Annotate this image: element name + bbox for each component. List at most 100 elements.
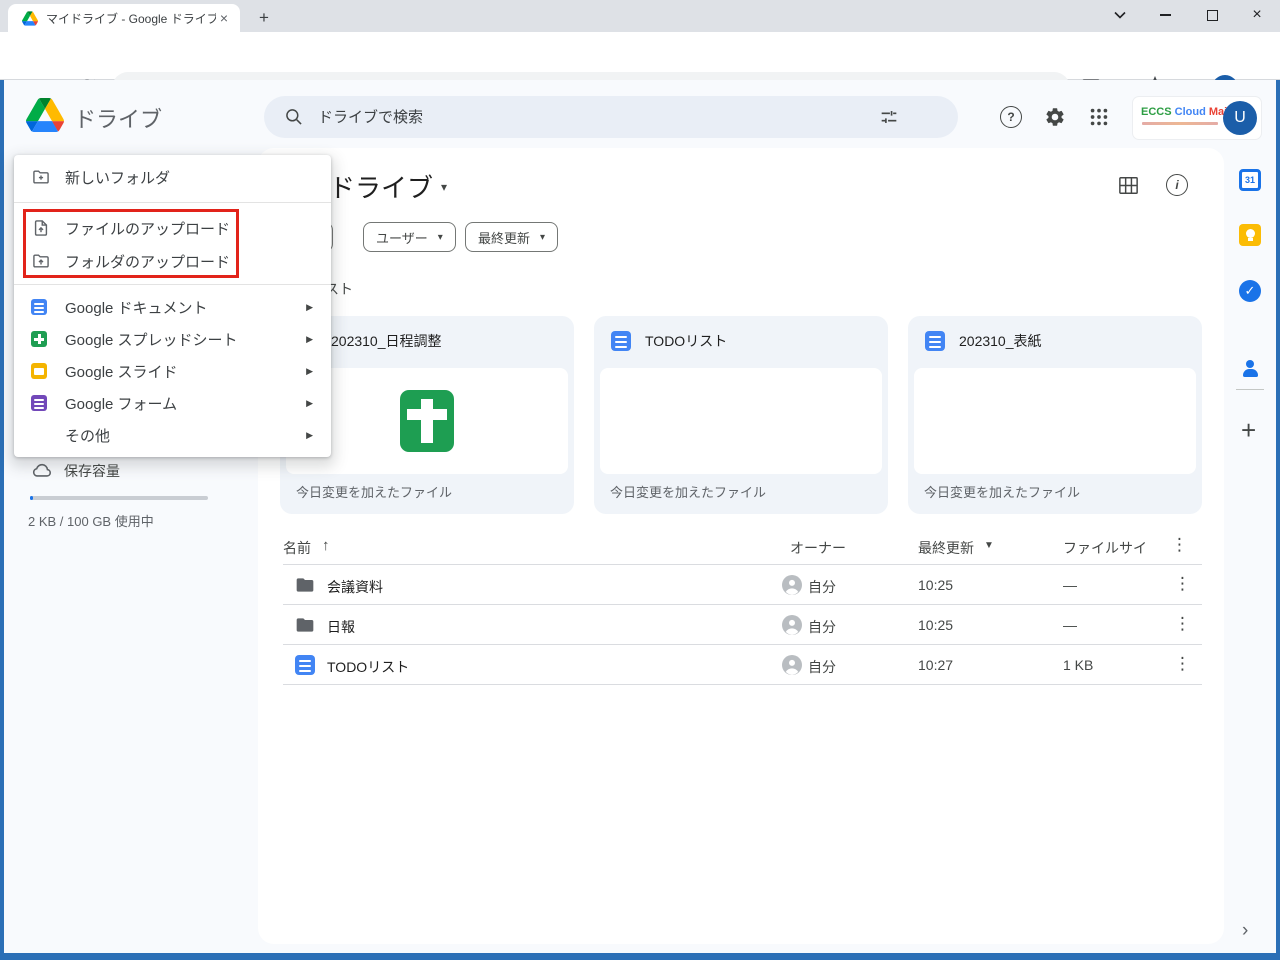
menu-item-label: 新しいフォルダ [65, 169, 171, 187]
chip-label: ユーザー [376, 230, 428, 246]
tab-title: マイドライブ - Google ドライブ [46, 11, 216, 26]
sheets-logo-icon [400, 390, 454, 452]
info-glyph: i [1175, 178, 1179, 192]
chevron-down-icon: ▾ [540, 231, 546, 243]
column-header-name[interactable]: 名前 [283, 538, 311, 558]
search-options-tune-icon[interactable] [878, 106, 900, 128]
account-avatar[interactable]: U [1223, 101, 1257, 135]
file-modified: 10:25 [918, 577, 954, 593]
owner-avatar-icon [782, 615, 802, 635]
account-badge-subtext [1142, 122, 1218, 125]
card-preview [600, 368, 882, 474]
annotation-highlight-box [23, 209, 239, 278]
search-icon [286, 109, 302, 125]
card-footer: 今日変更を加えたファイル [296, 485, 453, 500]
menu-item-new-folder[interactable]: 新しいフォルダ [14, 162, 331, 192]
tasks-check-glyph: ✓ [1244, 283, 1256, 298]
settings-gear-icon[interactable] [1044, 106, 1066, 133]
menu-item-google-forms[interactable]: Google フォーム ▶ [14, 388, 331, 418]
new-tab-button[interactable]: + [252, 6, 276, 30]
row-kebab-icon[interactable]: ⋮ [1174, 654, 1191, 674]
card-title: TODOリスト [645, 333, 728, 349]
column-header-size[interactable]: ファイルサイ [1063, 538, 1147, 558]
tab-close-icon[interactable]: × [216, 10, 232, 26]
new-menu: 新しいフォルダ ファイルのアップロード フォルダのアップロード Google ド… [14, 155, 331, 457]
window-close-button[interactable]: × [1240, 0, 1274, 30]
browser-titlebar: マイドライブ - Google ドライブ × + × [0, 0, 1280, 32]
drive-logo[interactable] [26, 98, 64, 137]
search-bar[interactable] [264, 96, 958, 138]
table-row[interactable]: 日報 自分 10:25 — ⋮ [283, 605, 1202, 645]
filter-chip-user[interactable]: ユーザー ▾ [363, 222, 456, 252]
add-panel-app-button[interactable]: + [1241, 415, 1256, 446]
menu-item-google-docs[interactable]: Google ドキュメント ▶ [14, 292, 331, 322]
menu-item-google-sheets[interactable]: Google スプレッドシート ▶ [14, 324, 331, 354]
annotation-border-right [1276, 80, 1280, 960]
tasks-icon[interactable]: ✓ [1239, 280, 1261, 302]
file-name: 日報 [327, 619, 355, 635]
contacts-icon[interactable] [1239, 358, 1261, 380]
storage-label[interactable]: 保存容量 [64, 461, 120, 481]
file-name: 会議資料 [327, 579, 383, 595]
file-modified: 10:27 [918, 657, 954, 673]
file-size: — [1063, 617, 1077, 633]
submenu-arrow-icon: ▶ [306, 429, 313, 440]
card-title: 202310_表紙 [959, 333, 1042, 349]
annotation-border-bottom [0, 953, 1280, 960]
keep-icon[interactable] [1239, 224, 1261, 246]
file-owner: 自分 [808, 579, 836, 595]
column-header-owner[interactable]: オーナー [790, 538, 846, 558]
file-modified: 10:25 [918, 617, 954, 633]
menu-item-more[interactable]: その他 ▶ [14, 420, 331, 450]
file-size: 1 KB [1063, 657, 1094, 673]
submenu-arrow-icon: ▶ [306, 365, 313, 376]
table-row[interactable]: 会議資料 自分 10:25 — ⋮ [283, 565, 1202, 605]
sort-ascending-icon[interactable]: ↑ [322, 537, 330, 554]
suggestion-card[interactable]: 202310_表紙 今日変更を加えたファイル [908, 316, 1202, 514]
sort-descending-icon[interactable]: ▼ [984, 540, 994, 551]
file-owner: 自分 [808, 659, 836, 675]
suggestion-card[interactable]: TODOリスト 今日変更を加えたファイル [594, 316, 888, 514]
drive-favicon [22, 10, 38, 26]
divider [14, 284, 331, 285]
window-minimize-button[interactable] [1148, 0, 1182, 30]
apps-grid-icon[interactable] [1088, 106, 1110, 133]
folder-icon [296, 578, 314, 592]
menu-item-google-slides[interactable]: Google スライド ▶ [14, 356, 331, 386]
menu-item-label: Google スライド [65, 363, 178, 381]
docs-file-icon [925, 331, 945, 351]
calendar-icon[interactable]: 31 [1239, 169, 1261, 191]
owner-avatar-icon [782, 575, 802, 595]
storage-progress-track [30, 496, 208, 500]
filter-chip-modified[interactable]: 最終更新 ▾ [465, 222, 559, 252]
submenu-arrow-icon: ▶ [306, 333, 313, 344]
browser-tab[interactable]: マイドライブ - Google ドライブ × [8, 4, 240, 32]
page-title-caret-icon: ▾ [441, 179, 448, 194]
divider [283, 684, 1202, 685]
tab-search-chevron-icon[interactable] [1103, 0, 1137, 30]
window-maximize-button[interactable] [1195, 0, 1229, 30]
search-input[interactable] [318, 108, 878, 126]
docs-file-icon [611, 331, 631, 351]
menu-item-label: Google ドキュメント [65, 299, 208, 317]
account-badge[interactable]: ECCS Cloud Mail U [1133, 97, 1261, 139]
menu-item-label: Google フォーム [65, 395, 178, 413]
chip-label: 最終更新 [478, 230, 531, 246]
grid-view-icon[interactable] [1118, 176, 1139, 200]
card-footer: 今日変更を加えたファイル [924, 485, 1081, 500]
docs-file-icon [295, 655, 315, 675]
help-icon[interactable]: ? [1000, 106, 1022, 128]
table-row[interactable]: TODOリスト 自分 10:27 1 KB ⋮ [283, 645, 1202, 685]
owner-avatar-icon [782, 655, 802, 675]
divider [14, 202, 331, 203]
menu-item-label: Google スプレッドシート [65, 331, 238, 349]
row-kebab-icon[interactable]: ⋮ [1174, 614, 1191, 634]
help-glyph: ? [1007, 110, 1015, 124]
info-icon[interactable]: i [1166, 174, 1188, 196]
docs-icon [31, 299, 47, 315]
column-header-modified[interactable]: 最終更新 [918, 538, 974, 558]
storage-caption: 2 KB / 100 GB 使用中 [28, 514, 154, 529]
panel-expand-chevron-icon[interactable]: › [1242, 920, 1248, 942]
column-settings-kebab-icon[interactable]: ⋮ [1171, 535, 1188, 555]
row-kebab-icon[interactable]: ⋮ [1174, 574, 1191, 594]
